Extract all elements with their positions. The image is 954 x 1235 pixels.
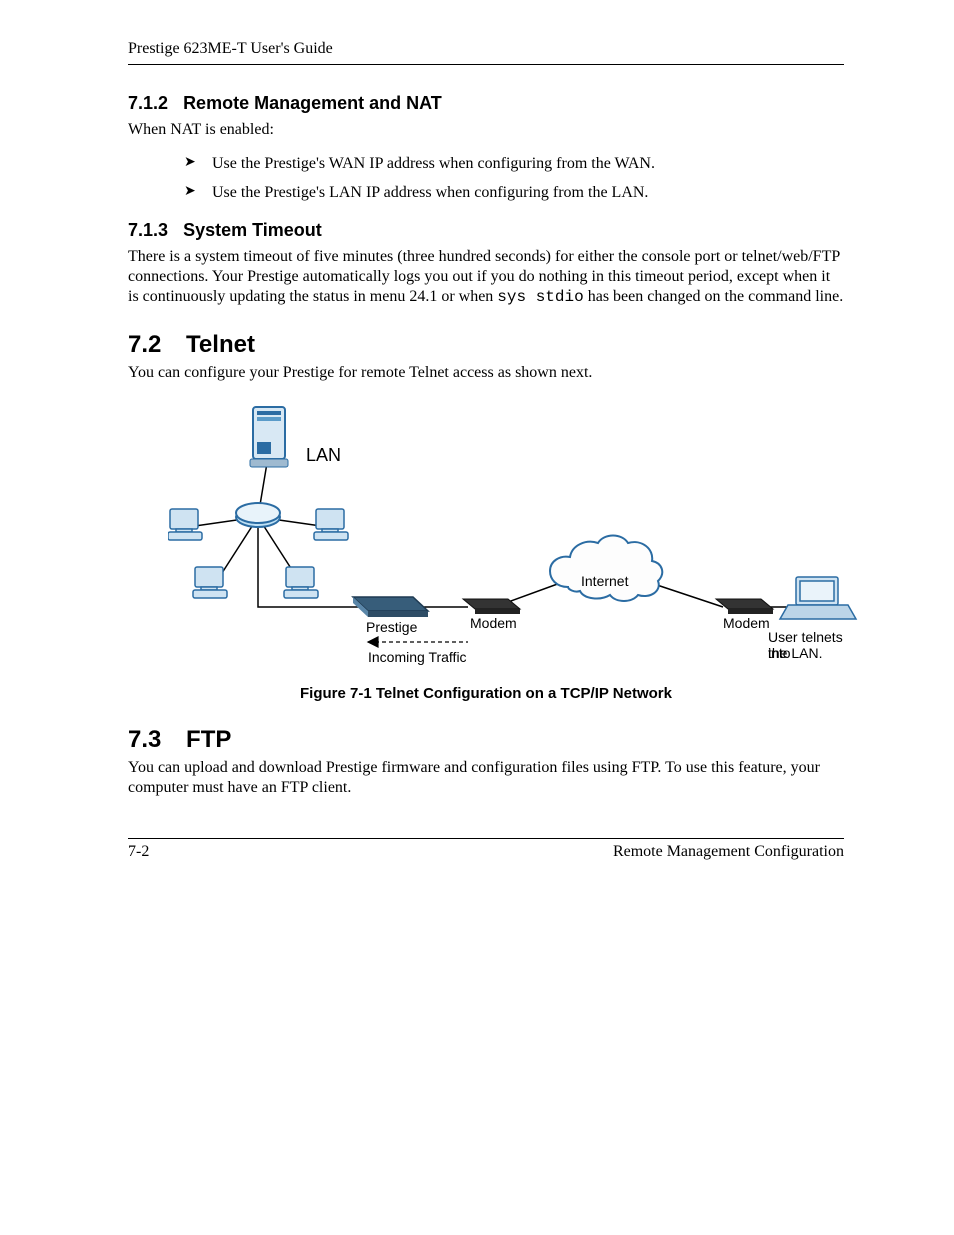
label-modem-1: Modem: [470, 615, 517, 631]
heading-text: Telnet: [186, 331, 255, 358]
laptop-icon: [780, 577, 856, 619]
heading-text: FTP: [186, 726, 231, 753]
cloud-icon: [550, 535, 662, 601]
heading-number: 7.1.2: [128, 93, 168, 114]
body-7-1-3: There is a system timeout of five minute…: [128, 247, 844, 307]
intro-7-1-2: When NAT is enabled:: [128, 120, 844, 140]
arrow-icon: [368, 637, 468, 647]
footer-chapter: Remote Management Configuration: [613, 843, 844, 861]
header-title: Prestige 623ME-T User's Guide: [128, 40, 333, 57]
heading-text: Remote Management and NAT: [183, 93, 442, 113]
bullet-list-7-1-2: Use the Prestige's WAN IP address when c…: [128, 154, 844, 204]
page-header: Prestige 623ME-T User's Guide: [128, 40, 844, 65]
heading-7-1-2: 7.1.2 Remote Management and NAT: [128, 93, 844, 114]
label-modem-2: Modem: [723, 615, 770, 631]
label-user-2: the LAN.: [768, 645, 822, 661]
heading-7-1-3: 7.1.3 System Timeout: [128, 220, 844, 241]
pc-icon: [168, 509, 202, 540]
page-content: Prestige 623ME-T User's Guide 7.1.2 Remo…: [0, 0, 954, 900]
figure-caption: Figure 7-1 Telnet Configuration on a TCP…: [128, 685, 844, 702]
body-7-2: You can configure your Prestige for remo…: [128, 363, 844, 383]
pc-icon: [314, 509, 348, 540]
modem-icon: [716, 599, 773, 614]
page-footer: 7-2 Remote Management Configuration: [128, 838, 844, 861]
footer-page-number: 7-2: [128, 843, 149, 861]
diagram-telnet: LAN Internet Prestige Modem Modem Incomi…: [168, 397, 868, 677]
prestige-icon: [353, 597, 428, 617]
body-7-3: You can upload and download Prestige fir…: [128, 758, 844, 798]
modem-icon: [463, 599, 520, 614]
pc-icon: [284, 567, 318, 598]
list-item: Use the Prestige's LAN IP address when c…: [184, 183, 844, 204]
diagram-svg: [168, 397, 868, 677]
heading-7-2: 7.2 Telnet: [128, 331, 844, 359]
label-lan: LAN: [306, 445, 341, 466]
body-text-b: has been changed on the command line.: [584, 288, 843, 305]
list-item: Use the Prestige's WAN IP address when c…: [184, 154, 844, 175]
heading-number: 7.2: [128, 331, 161, 359]
figure-7-1: LAN Internet Prestige Modem Modem Incomi…: [128, 397, 844, 702]
server-icon: [250, 407, 288, 467]
label-internet: Internet: [581, 573, 628, 589]
heading-number: 7.3: [128, 726, 161, 754]
heading-text: System Timeout: [183, 220, 322, 240]
code-sys-stdio: sys stdio: [497, 288, 583, 306]
label-incoming: Incoming Traffic: [368, 649, 467, 665]
pc-icon: [193, 567, 227, 598]
heading-7-3: 7.3 FTP: [128, 726, 844, 754]
label-prestige: Prestige: [366, 619, 417, 635]
heading-number: 7.1.3: [128, 220, 168, 241]
